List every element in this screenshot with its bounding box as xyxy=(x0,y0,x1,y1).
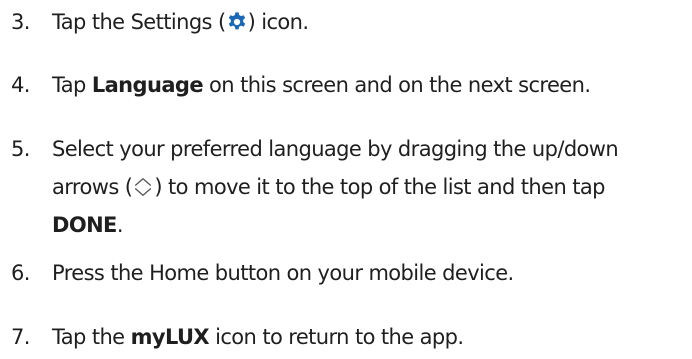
language-term: Language xyxy=(91,73,204,97)
done-term: DONE xyxy=(52,213,117,237)
step-number: 6. xyxy=(11,261,30,285)
step-number: 5. xyxy=(11,137,30,161)
up-down-arrows-icon xyxy=(132,176,154,198)
step-text: Tap the myLUX icon to return to the app. xyxy=(52,325,464,349)
mylux-term: myLUX xyxy=(130,325,210,349)
step-text: Tap the Settings ( ) icon. xyxy=(52,10,309,34)
step-line: DONE. xyxy=(52,213,123,237)
step-text: Tap Language on this screen and on the n… xyxy=(52,73,591,97)
step-text: Select your preferred language by draggi… xyxy=(52,130,619,244)
step-line: Select your preferred language by draggi… xyxy=(52,137,619,161)
step-number: 7. xyxy=(11,325,30,349)
step-text: Press the Home button on your mobile dev… xyxy=(52,261,514,285)
step-number: 4. xyxy=(11,73,30,97)
step-line: arrows ( ) to move it to the top of the … xyxy=(52,175,605,199)
gear-icon xyxy=(226,11,248,33)
instruction-steps: 3. Tap the Settings ( ) icon. 4. Tap Lan… xyxy=(0,0,692,359)
step-number: 3. xyxy=(11,10,30,34)
